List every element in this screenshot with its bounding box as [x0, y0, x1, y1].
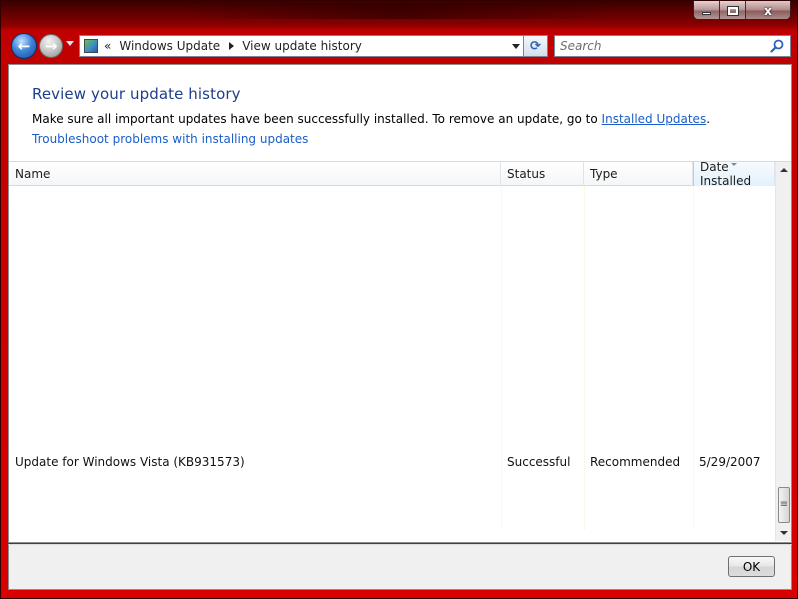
- instruction-suffix: .: [706, 112, 711, 126]
- maximize-icon: [726, 5, 739, 16]
- forward-arrow-icon: →: [44, 36, 58, 55]
- scroll-down-icon: [780, 531, 788, 535]
- recent-pages-dropdown-icon[interactable]: [66, 41, 74, 46]
- table-row[interactable]: Update for Windows Vista (KB931573) Succ…: [9, 453, 775, 473]
- column-divider: [693, 186, 694, 529]
- cell-status: Successful: [507, 455, 571, 469]
- scroll-up-icon: [780, 168, 788, 172]
- caption-buttons: x: [693, 1, 791, 20]
- cell-type: Recommended: [590, 455, 681, 469]
- title-bar: [181, 3, 621, 19]
- column-header-name[interactable]: Name: [9, 162, 501, 186]
- installed-updates-link[interactable]: Installed Updates: [602, 112, 707, 126]
- scroll-down-button[interactable]: [776, 525, 792, 541]
- dialog-footer: OK: [8, 544, 792, 590]
- sort-descending-icon: [731, 163, 737, 166]
- close-icon: x: [764, 3, 772, 18]
- vertical-scrollbar[interactable]: ≡: [775, 162, 791, 541]
- breadcrumb-overflow-icon[interactable]: «: [104, 39, 111, 53]
- breadcrumb-view-update-history[interactable]: View update history: [242, 39, 362, 53]
- refresh-button[interactable]: ⟳: [523, 35, 548, 57]
- maximize-button[interactable]: [720, 1, 746, 19]
- column-header-date-installed[interactable]: Date Installed: [693, 160, 775, 188]
- ok-button[interactable]: OK: [728, 556, 775, 577]
- cell-date-installed: 5/29/2007: [699, 455, 761, 469]
- close-button[interactable]: x: [746, 1, 790, 19]
- cell-name: Update for Windows Vista (KB931573): [15, 455, 245, 469]
- column-header-type[interactable]: Type: [584, 162, 693, 186]
- address-dropdown-icon[interactable]: [512, 44, 520, 49]
- search-input[interactable]: [560, 39, 760, 53]
- content-pane: Review your update history Make sure all…: [8, 64, 792, 543]
- page-title: Review your update history: [32, 85, 241, 103]
- navigation-bar: ← → « Windows Update View update history…: [9, 31, 791, 59]
- search-icon[interactable]: [770, 39, 784, 53]
- back-button[interactable]: ←: [11, 33, 37, 59]
- address-bar[interactable]: « Windows Update View update history: [79, 35, 527, 57]
- forward-button[interactable]: →: [39, 34, 63, 58]
- column-header-status[interactable]: Status: [501, 162, 584, 186]
- breadcrumb-windows-update[interactable]: Windows Update: [119, 39, 220, 53]
- column-divider: [584, 186, 585, 529]
- refresh-icon: ⟳: [530, 38, 541, 54]
- minimize-button[interactable]: [694, 1, 720, 19]
- scroll-up-button[interactable]: [776, 162, 792, 178]
- window-frame: x ← → « Windows Update View update histo…: [0, 0, 798, 599]
- column-header-row: Name Status Type Date Installed: [9, 160, 775, 188]
- back-arrow-icon: ←: [17, 36, 31, 55]
- page-header: Review your update history: [32, 85, 241, 103]
- minimize-icon: [702, 12, 711, 15]
- instruction-text: Make sure all important updates have bee…: [32, 112, 710, 126]
- column-header-date-installed-label: Date Installed: [700, 160, 752, 188]
- column-divider: [501, 186, 502, 529]
- control-panel-icon: [84, 39, 98, 53]
- update-history-list: Name Status Type Date Installed Update f…: [9, 160, 791, 542]
- scrollbar-thumb[interactable]: ≡: [778, 487, 790, 523]
- instruction-prefix: Make sure all important updates have bee…: [32, 112, 602, 126]
- troubleshoot-link[interactable]: Troubleshoot problems with installing up…: [32, 132, 308, 146]
- search-box: [554, 35, 791, 57]
- breadcrumb-separator-icon[interactable]: [229, 42, 235, 50]
